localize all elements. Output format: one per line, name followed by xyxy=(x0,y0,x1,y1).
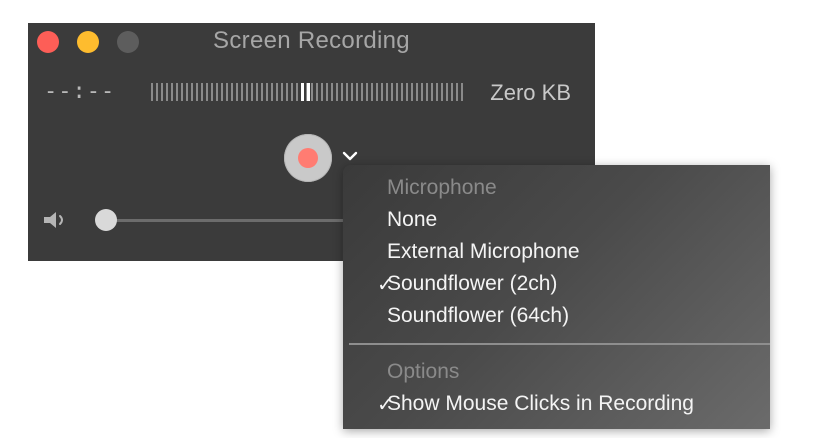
record-button[interactable] xyxy=(284,134,332,182)
menu-item-mic-none[interactable]: None xyxy=(387,208,437,232)
volume-slider[interactable] xyxy=(98,219,358,222)
menu-item-mic-external[interactable]: External Microphone xyxy=(387,240,580,264)
menu-item-mic-soundflower-64ch[interactable]: Soundflower (64ch) xyxy=(387,304,569,328)
file-size: Zero KB xyxy=(490,80,571,105)
recording-options-menu: Microphone None External Microphone ✓ So… xyxy=(343,165,770,429)
menu-header-microphone: Microphone xyxy=(387,176,497,199)
chevron-down-icon[interactable] xyxy=(341,147,359,165)
stage: Screen Recording --:-- Zero KB Microphon… xyxy=(0,0,816,438)
elapsed-time: --:-- xyxy=(44,79,116,104)
window-title: Screen Recording xyxy=(213,27,410,54)
menu-item-show-mouse-clicks[interactable]: Show Mouse Clicks in Recording xyxy=(387,392,694,416)
menu-header-options: Options xyxy=(387,360,460,383)
menu-separator xyxy=(349,343,770,345)
volume-slider-knob[interactable] xyxy=(94,209,117,231)
record-dot-icon xyxy=(298,148,318,168)
menu-item-mic-soundflower-2ch[interactable]: Soundflower (2ch) xyxy=(387,272,557,296)
audio-level-peak xyxy=(301,83,313,101)
speaker-icon xyxy=(44,212,63,228)
